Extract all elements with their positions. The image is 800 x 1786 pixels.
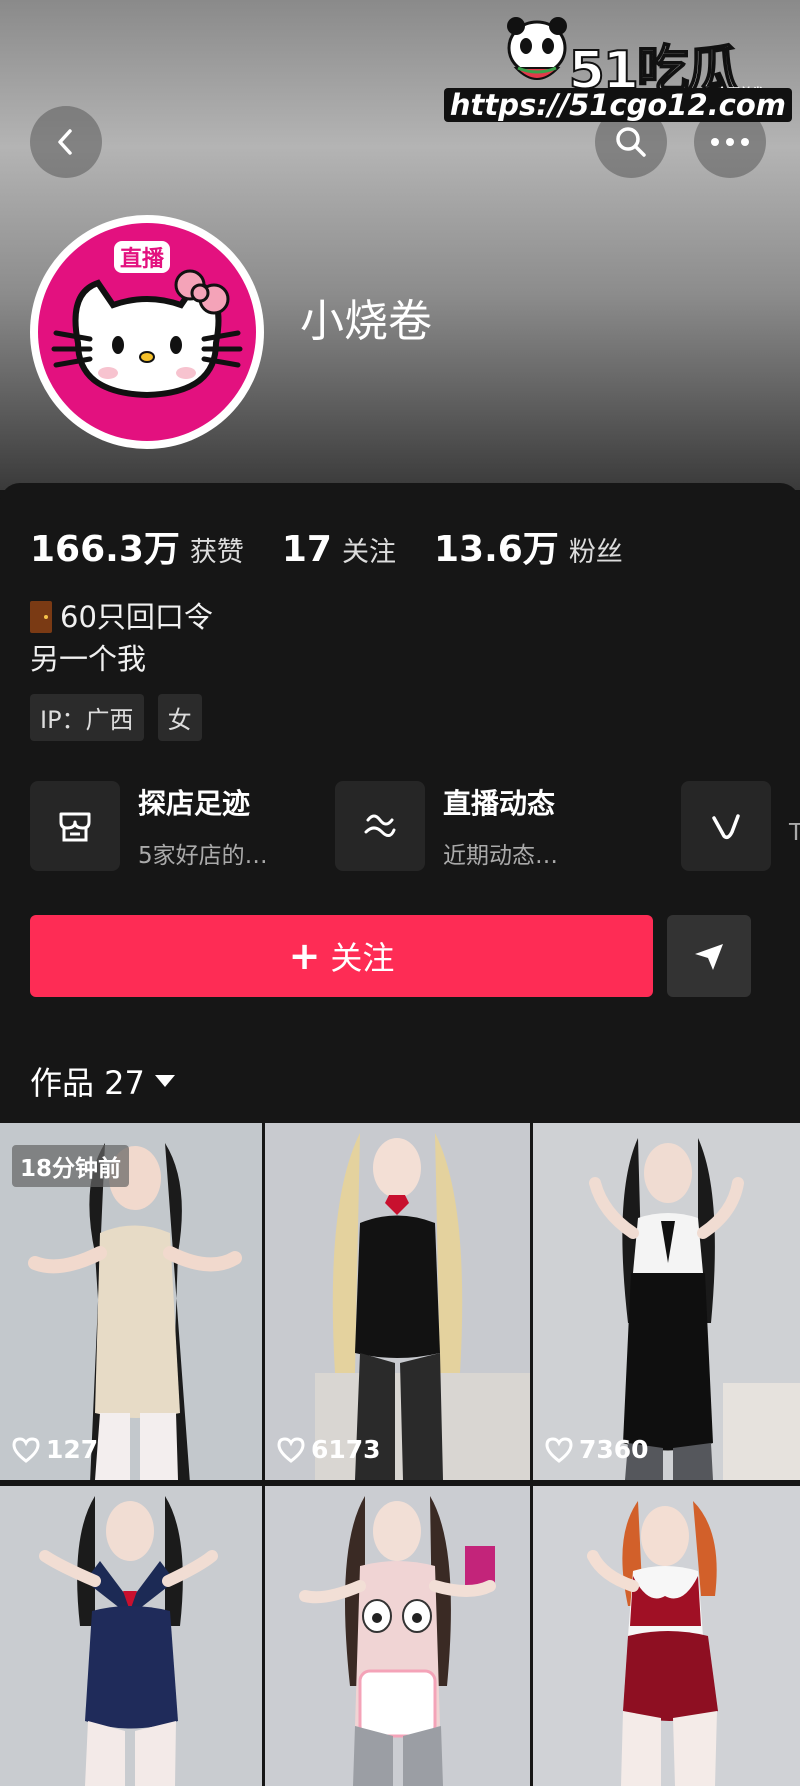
- username: 小烧卷: [300, 296, 432, 347]
- followers-count[interactable]: 13.6万: [434, 520, 559, 572]
- send-icon: [695, 944, 723, 970]
- check-icon: [681, 781, 771, 871]
- panda-mascot-icon: [507, 17, 567, 80]
- video-thumbnail[interactable]: 7360: [533, 1123, 800, 1480]
- caret-down-icon: [154, 1075, 175, 1087]
- video-likes-count: 6173: [311, 1435, 381, 1464]
- store-icon: [30, 781, 120, 871]
- video-likes: 7360: [545, 1435, 649, 1464]
- bio: 60只回口令 另一个我: [30, 596, 213, 680]
- avatar-image: 直播: [38, 223, 256, 441]
- feature-subtitle: T: [789, 820, 800, 846]
- video-thumbnail[interactable]: [533, 1486, 800, 1786]
- live-icon: [335, 781, 425, 871]
- follow-button[interactable]: + 关注: [30, 915, 653, 997]
- likes-label: 获赞: [189, 537, 244, 568]
- ip-tag: IP：广西: [30, 694, 144, 741]
- live-badge: 直播: [114, 241, 171, 273]
- works-tab-label: 作品 27: [30, 1064, 145, 1102]
- chevron-left-icon: [58, 129, 72, 155]
- video-thumbnail[interactable]: 18分钟前 127: [0, 1123, 262, 1480]
- likes-count: 166.3万: [30, 529, 180, 570]
- following-count[interactable]: 17: [282, 529, 332, 570]
- video-preview-image: [533, 1123, 800, 1480]
- door-icon: [30, 601, 52, 633]
- follow-label: 关注: [330, 939, 395, 977]
- feature-subtitle: 5家好店的…: [138, 843, 268, 869]
- profile-tags: IP：广西 女: [30, 694, 202, 741]
- video-likes-count: 7360: [579, 1435, 649, 1464]
- video-preview-image: [0, 1486, 262, 1786]
- watermark: 51吃瓜 全网首发 https://51cgo12.com: [443, 10, 792, 122]
- back-button[interactable]: [30, 106, 102, 178]
- heart-icon: [545, 1436, 573, 1463]
- video-grid: 18分钟前 127 6173 7360: [0, 1123, 800, 1786]
- feature-live-updates[interactable]: 直播动态 近期动态…: [335, 780, 558, 872]
- video-preview-image: [265, 1486, 530, 1786]
- heart-icon: [277, 1436, 305, 1463]
- tab-works[interactable]: 作品 27: [30, 1058, 175, 1104]
- video-thumbnail[interactable]: [0, 1486, 262, 1786]
- watermark-url: https://51cgo12.com: [443, 88, 792, 122]
- video-likes-count: 127: [46, 1435, 99, 1464]
- gender-tag: 女: [157, 694, 202, 741]
- video-thumbnail[interactable]: [265, 1486, 530, 1786]
- feature-title: 直播动态: [443, 787, 556, 820]
- post-time-badge: 18分钟前: [12, 1145, 130, 1187]
- video-preview-image: [265, 1123, 530, 1480]
- bio-line-1: 60只回口令: [60, 600, 213, 634]
- stats-row: 166.3万 获赞 17 关注 13.6万 粉丝: [30, 520, 661, 572]
- video-thumbnail[interactable]: 6173: [265, 1123, 530, 1480]
- video-likes: 127: [12, 1435, 98, 1464]
- feature-row: 探店足迹 5家好店的… 直播动态 近期动态… T: [30, 780, 800, 872]
- plus-icon: +: [288, 934, 321, 978]
- avatar[interactable]: 直播: [30, 215, 264, 449]
- heart-icon: [12, 1436, 40, 1463]
- feature-store-visits[interactable]: 探店足迹 5家好店的…: [30, 780, 268, 872]
- more-icon: [711, 138, 749, 146]
- message-button[interactable]: [667, 915, 751, 997]
- video-likes: 6173: [277, 1435, 381, 1464]
- search-icon: [616, 127, 646, 157]
- feature-subtitle: 近期动态…: [443, 843, 558, 869]
- video-preview-image: [533, 1486, 800, 1786]
- following-label[interactable]: 关注: [342, 530, 396, 569]
- followers-label[interactable]: 粉丝: [569, 530, 623, 569]
- feature-title: 探店足迹: [138, 787, 251, 820]
- feature-third[interactable]: T: [681, 780, 800, 872]
- bio-line-2: 另一个我: [30, 642, 147, 676]
